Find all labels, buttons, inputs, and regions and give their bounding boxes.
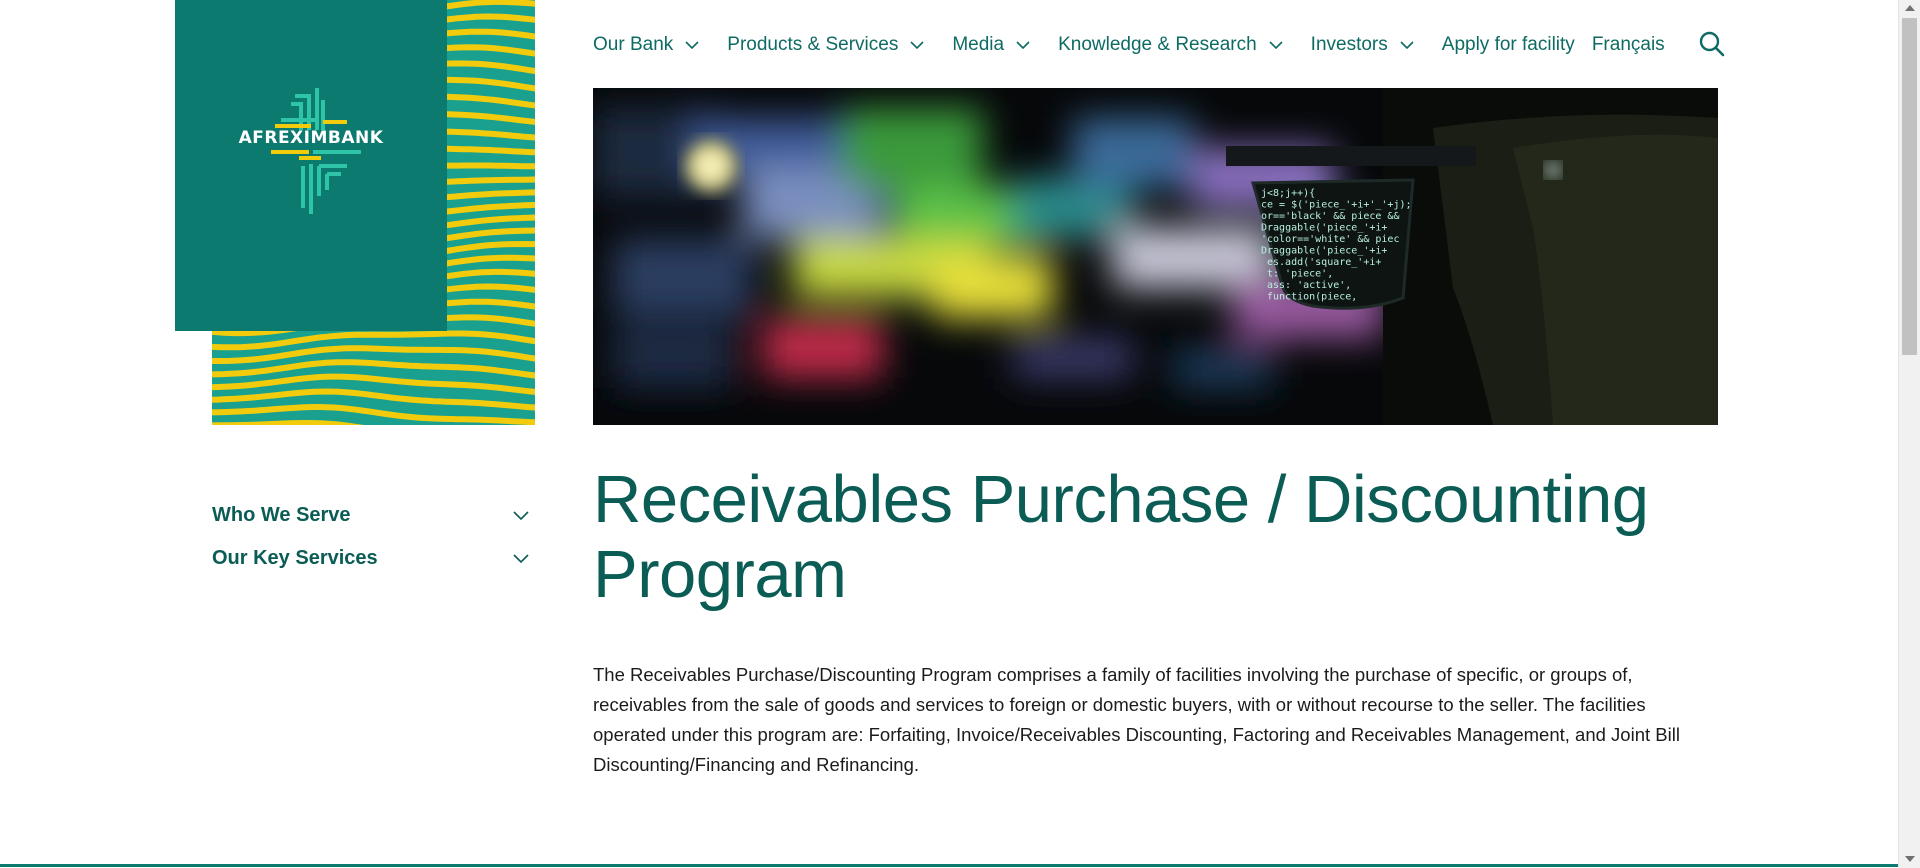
chevron-down-icon (513, 510, 529, 520)
hero-code-line: function(piece, (1267, 292, 1357, 303)
hero-code-line: Draggable('piece_'+i+ (1261, 223, 1387, 234)
wave-stripe (212, 373, 535, 395)
wave-stripe (212, 330, 535, 351)
hero-code-line: es.add('square_'+i+ (1267, 257, 1381, 268)
nav-item-label: Media (952, 34, 1005, 55)
hero-code-line: j<8;j++){ (1261, 188, 1315, 199)
hero-code-line: Draggable('piece_'+i+ (1261, 246, 1387, 257)
hero-code-line: 'color=='white' && piec (1261, 234, 1399, 245)
wave-stripe (212, 345, 535, 364)
search-icon (1699, 31, 1725, 57)
side-nav-item-who-we-serve[interactable]: Who We Serve (212, 500, 537, 530)
nav-item-label: Investors (1310, 34, 1388, 55)
footer-divider (0, 864, 1898, 867)
hero-code-line: ce = $('piece_'+i+'_'+j); (1261, 200, 1412, 211)
page-scrollbar[interactable] (1898, 0, 1920, 868)
wave-stripe (212, 420, 365, 425)
nav-item-label: Our Bank (593, 34, 674, 55)
main-navigation: Our Bank Products & Services Media Knowl… (593, 30, 1682, 60)
wave-stripe (212, 359, 535, 379)
logo-link[interactable]: AFREXIMBANK (175, 0, 447, 331)
hero-code-line: t: 'piece', (1267, 269, 1333, 280)
scroll-down-arrow-icon[interactable] (1905, 856, 1915, 862)
search-button[interactable] (1698, 30, 1726, 58)
nav-item-our-bank[interactable]: Our Bank (593, 34, 699, 56)
scroll-up-arrow-icon[interactable] (1905, 5, 1915, 11)
brand-block: AFREXIMBANK (175, 0, 535, 425)
afreximbank-logo: AFREXIMBANK (239, 86, 384, 216)
nav-item-products-services[interactable]: Products & Services (727, 34, 924, 56)
program-description: The Receivables Purchase/Discounting Pro… (593, 664, 1680, 775)
hero-image: j<8;j++){ce = $('piece_'+i+'_'+j); or=='b… (593, 88, 1718, 425)
nav-item-label: Products & Services (727, 34, 899, 55)
page-title: Receivables Purchase / Discounting Progr… (593, 462, 1649, 612)
chevron-down-icon (910, 41, 924, 49)
nav-item-investors[interactable]: Investors (1311, 34, 1414, 56)
wave-stripe (212, 388, 535, 411)
nav-item-media[interactable]: Media (952, 34, 1030, 56)
chevron-down-icon (1400, 41, 1414, 49)
hero-photo-code-reflection: j<8;j++){ce = $('piece_'+i+'_'+j);or=='b… (593, 88, 1718, 425)
scrollbar-thumb[interactable] (1902, 18, 1917, 355)
chevron-down-icon (1016, 41, 1030, 49)
logo-mark-top-icon (275, 87, 347, 130)
logo-mark-bottom-icon (271, 149, 361, 214)
chevron-down-icon (513, 553, 529, 563)
side-nav-item-label: Our Key Services (212, 546, 378, 569)
chevron-down-icon (685, 41, 699, 49)
hero-code-line: ass: 'active', (1267, 280, 1351, 291)
side-navigation: Who We Serve Our Key Services (212, 500, 537, 586)
nav-item-language-francais[interactable]: Français (1592, 34, 1665, 56)
nav-item-apply-for-facility[interactable]: Apply for facility (1442, 34, 1575, 56)
nav-item-label: Knowledge & Research (1058, 34, 1257, 55)
side-nav-item-label: Who We Serve (212, 503, 351, 526)
hero-code-line: or=='black' && piece && (1261, 211, 1399, 222)
nav-item-label: Français (1591, 34, 1665, 55)
logo-wordmark: AFREXIMBANK (238, 127, 384, 148)
chevron-down-icon (1269, 41, 1283, 49)
side-nav-item-our-key-services[interactable]: Our Key Services (212, 543, 537, 573)
wave-stripe (212, 404, 535, 425)
nav-item-knowledge-research[interactable]: Knowledge & Research (1058, 34, 1283, 56)
nav-item-label: Apply for facility (1441, 34, 1575, 55)
